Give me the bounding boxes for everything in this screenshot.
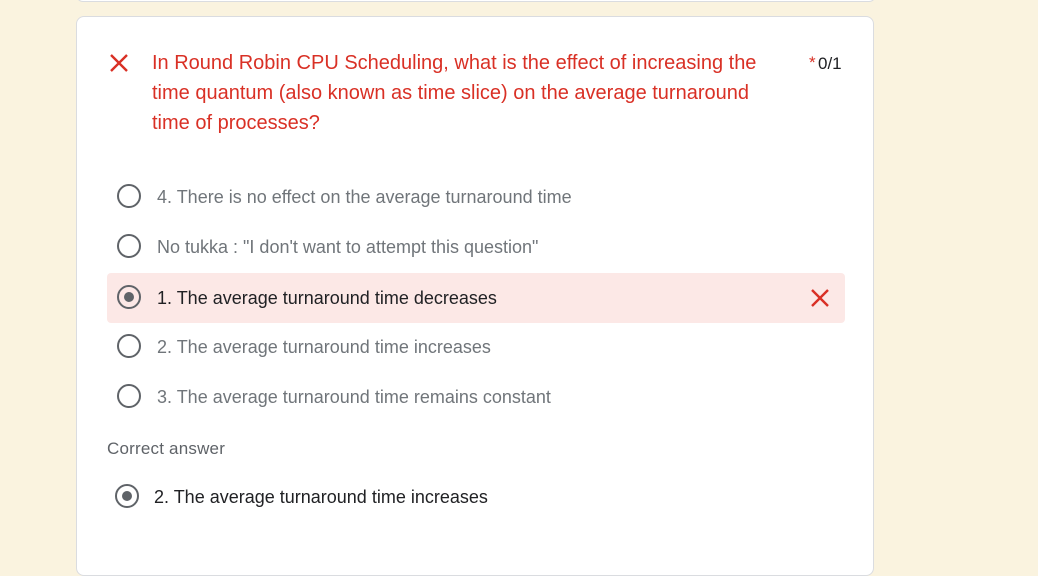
option-label: 2. The average turnaround time increases [157,337,491,357]
option-label: No tukka : "I don't want to attempt this… [157,237,539,257]
option-label: 4. There is no effect on the average tur… [157,187,572,207]
question-score: 0/1 [818,54,842,73]
radio-button-selected[interactable] [117,285,141,309]
radio-button-selected [115,484,139,508]
incorrect-icon [811,289,829,307]
option-no-tukka[interactable]: No tukka : "I don't want to attempt this… [107,222,845,272]
option-2-increases[interactable]: 2. The average turnaround time increases [107,322,845,372]
option-label: 3. The average turnaround time remains c… [157,387,551,407]
option-4-no-effect[interactable]: 4. There is no effect on the average tur… [107,172,845,222]
radio-dot [124,292,134,302]
option-3-remains-constant[interactable]: 3. The average turnaround time remains c… [107,372,845,422]
radio-button[interactable] [117,334,141,358]
question-card: In Round Robin CPU Scheduling, what is t… [76,16,874,576]
required-asterisk: * [809,53,816,72]
correct-answer-heading: Correct answer [107,439,226,458]
correct-answer-label: 2. The average turnaround time increases [154,487,488,507]
question-title: In Round Robin CPU Scheduling, what is t… [152,52,757,134]
option-label: 1. The average turnaround time decreases [157,288,497,308]
correct-answer-option: 2. The average turnaround time increases [107,472,845,522]
previous-question-card [76,0,876,2]
close-icon [110,54,128,72]
radio-dot [122,491,132,501]
option-1-decreases-selected[interactable]: 1. The average turnaround time decreases [107,273,845,323]
radio-button[interactable] [117,184,141,208]
radio-button[interactable] [117,234,141,258]
radio-button[interactable] [117,384,141,408]
